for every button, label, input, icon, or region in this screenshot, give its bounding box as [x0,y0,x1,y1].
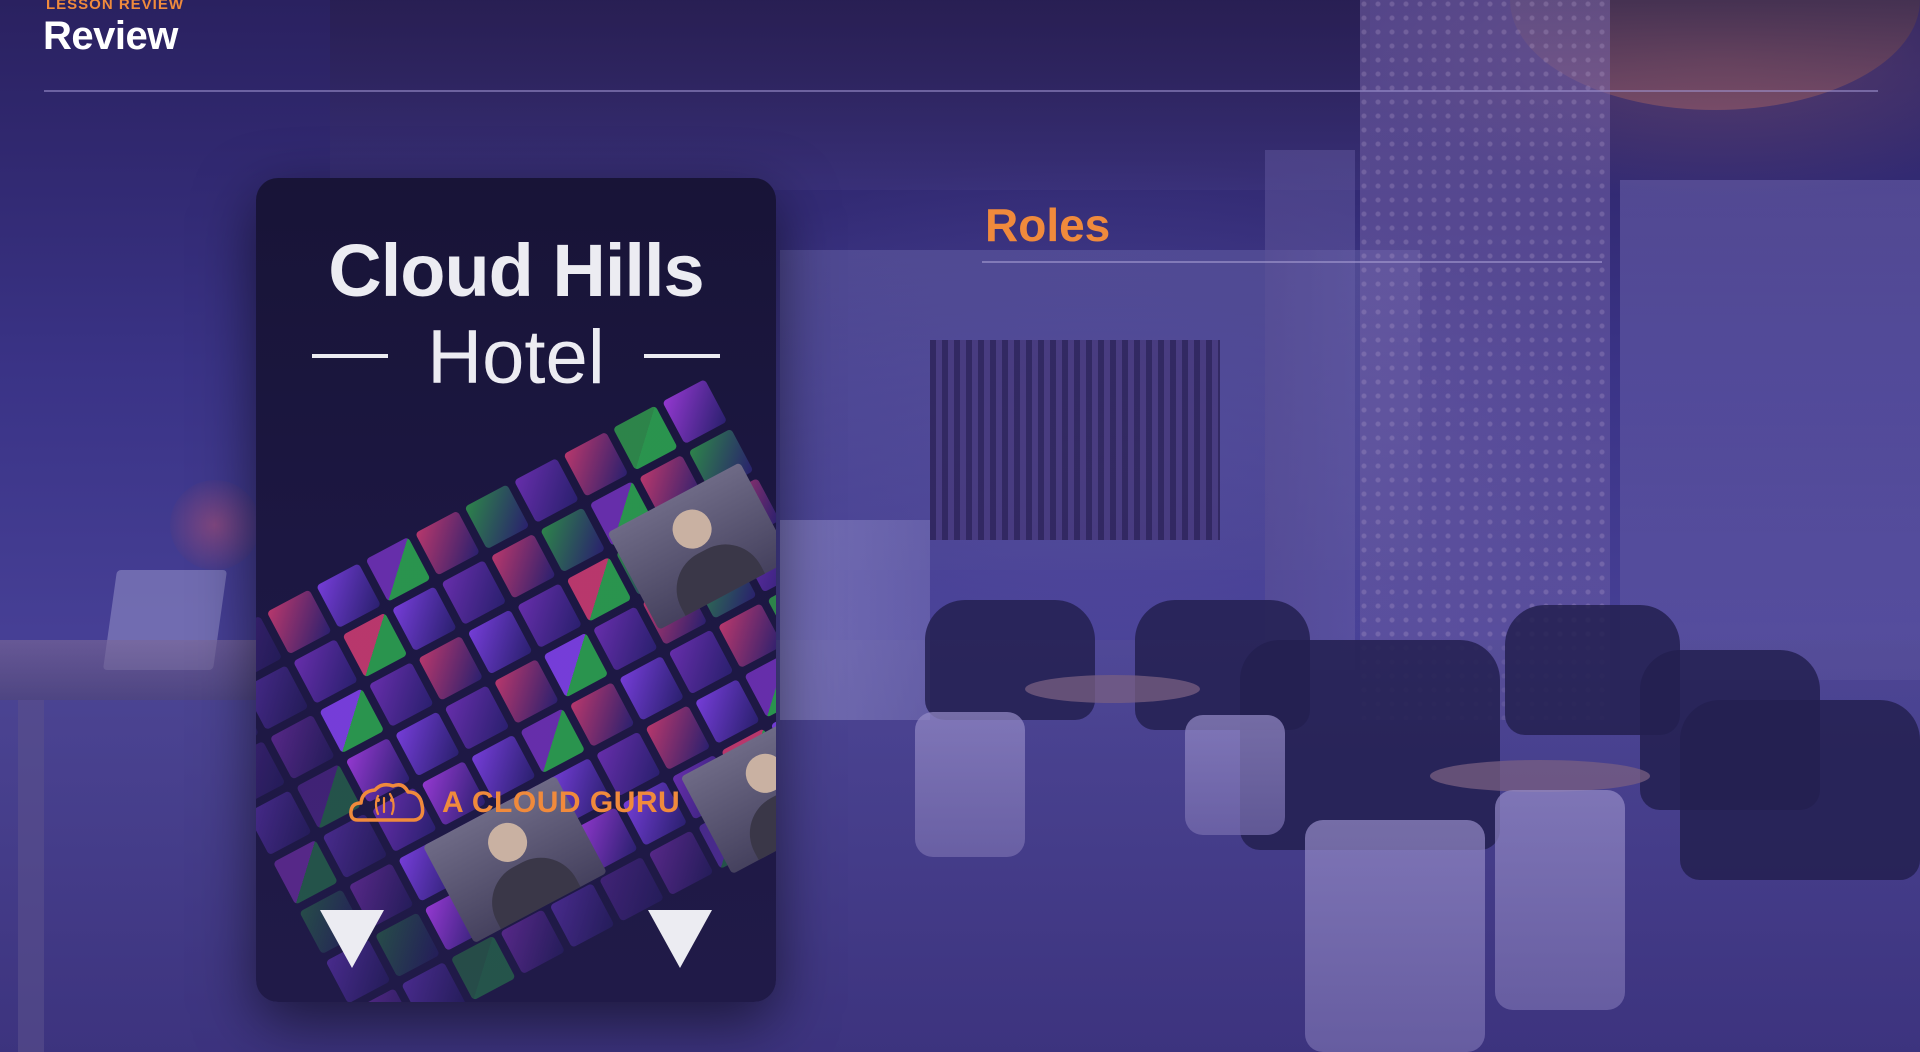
background-stool [1305,820,1485,1052]
brand-name: A CLOUD GURU [442,786,681,819]
course-thumbnail [648,830,714,896]
background-ceiling [330,0,1370,190]
background-curtain [930,340,1220,540]
title-dash-right [644,354,720,358]
course-thumbnail [450,935,516,1001]
page-title: Review [43,14,178,58]
triangle-down-icon [648,910,712,968]
background-stool [1185,715,1285,835]
lesson-label: LESSON REVIEW [46,0,185,13]
background-desk-leg [18,700,44,1052]
section-divider [982,261,1602,263]
background-stool [915,712,1025,857]
hotel-key-card: Cloud Hills Hotel A CLOUD GURU [256,178,776,1002]
background-table [1430,760,1650,792]
background-stool [1495,790,1625,1010]
brand-logo: A CLOUD GURU [348,774,688,830]
background-chair [1680,700,1920,880]
background-desk [0,640,260,700]
background-window [1620,180,1920,680]
background-column [1265,150,1355,670]
triangle-down-icon [320,910,384,968]
lesson-review-screen: LESSON REVIEW Review Cloud Hills Hotel A… [0,0,1920,1052]
background-flowers [170,480,260,570]
course-thumbnail-mosaic [256,356,776,1002]
background-counter [780,520,930,720]
card-title-line1: Cloud Hills [328,229,704,312]
background-chair [925,600,1095,720]
instructor-head [738,746,776,800]
header-divider [44,90,1878,92]
section-heading-roles: Roles [985,199,1111,251]
background-table [1025,675,1200,703]
cloud-icon [349,782,425,822]
